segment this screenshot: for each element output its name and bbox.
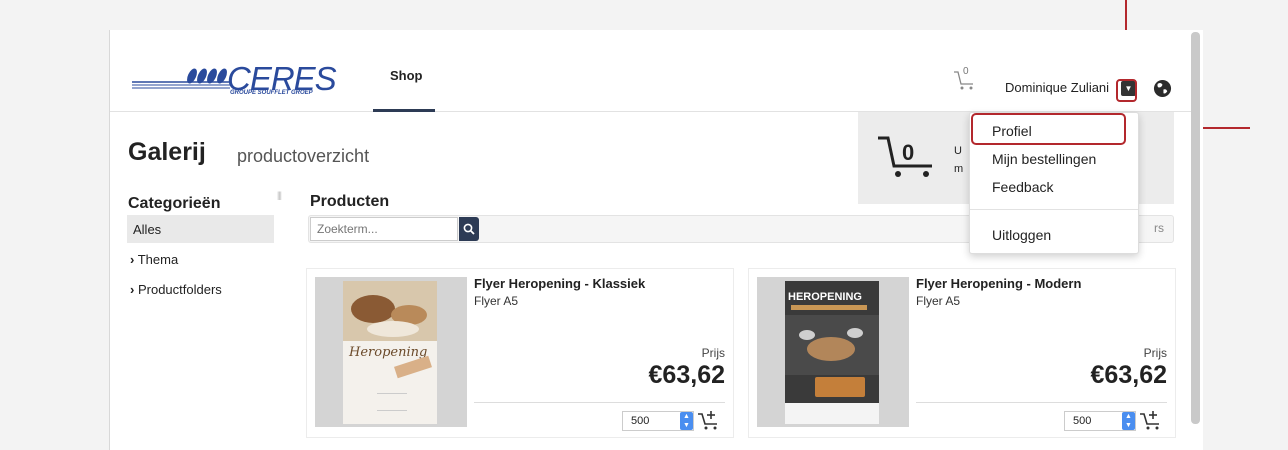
nav-shop-link[interactable]: Shop bbox=[390, 68, 423, 83]
menu-separator bbox=[970, 209, 1138, 210]
menu-item-mijn-bestellingen[interactable]: Mijn bestellingen bbox=[992, 151, 1096, 167]
category-item-productfolders[interactable]: › Productfolders bbox=[130, 282, 222, 297]
card-divider bbox=[474, 402, 725, 403]
price-label: Prijs bbox=[1143, 346, 1167, 360]
bread-photo-image bbox=[785, 315, 879, 375]
logo-tagline: GROUPE SOUFFLET GROEP bbox=[230, 90, 313, 96]
user-menu-name[interactable]: Dominique Zuliani bbox=[1005, 80, 1109, 95]
highlight-user-toggle-box bbox=[1116, 79, 1137, 102]
quantity-value: 500 bbox=[631, 415, 650, 427]
category-label: Productfolders bbox=[137, 282, 222, 297]
cart-summary-text: U m bbox=[954, 142, 963, 178]
add-to-cart-icon[interactable] bbox=[697, 409, 721, 431]
add-to-cart-icon[interactable] bbox=[1139, 409, 1163, 431]
quantity-select[interactable]: 500 ▲ ▼ bbox=[622, 411, 694, 431]
quantity-select[interactable]: 500 ▲ ▼ bbox=[1064, 411, 1136, 431]
category-item-alles[interactable]: Alles bbox=[127, 215, 274, 243]
resize-grip-icon[interactable]: ||| bbox=[277, 190, 282, 200]
page-scrollbar[interactable] bbox=[1191, 32, 1200, 424]
wheat-logo-icon bbox=[132, 68, 230, 89]
price-value: €63,62 bbox=[1090, 361, 1167, 389]
product-card[interactable]: HEROPENING Flyer Heropening - Modern Fly… bbox=[748, 268, 1176, 438]
poster-subtitle-band bbox=[791, 305, 867, 310]
cart-summary-line1: U bbox=[954, 145, 962, 157]
page-title: Galerij bbox=[128, 138, 206, 166]
ceres-logo[interactable]: CERES GROUPE SOUFFLET GROEP bbox=[132, 60, 352, 97]
category-label: Thema bbox=[137, 252, 179, 267]
filter-button-partial[interactable]: rs bbox=[1154, 221, 1164, 235]
cart-summary-line2: m bbox=[954, 163, 964, 175]
bread-photo-image bbox=[343, 281, 437, 341]
flyer-classic-thumbnail: Heropening bbox=[343, 281, 437, 424]
poster-footer bbox=[785, 403, 879, 424]
cart-large-icon: 0 bbox=[878, 136, 932, 177]
product-image[interactable]: HEROPENING bbox=[757, 277, 909, 427]
nav-active-indicator bbox=[373, 109, 435, 112]
stepper-icon[interactable]: ▲ ▼ bbox=[1122, 412, 1135, 430]
category-item-thema[interactable]: › Thema bbox=[130, 252, 178, 267]
cart-summary-count: 0 bbox=[902, 140, 914, 165]
search-input[interactable] bbox=[310, 217, 458, 241]
page-subtitle: productoverzicht bbox=[237, 146, 370, 166]
chevron-right-icon: › bbox=[130, 252, 135, 267]
flyer-modern-thumbnail: HEROPENING bbox=[785, 281, 879, 424]
product-name[interactable]: Flyer Heropening - Klassiek bbox=[474, 276, 645, 291]
price-value: €63,62 bbox=[648, 361, 725, 389]
chevron-right-icon: › bbox=[130, 282, 135, 297]
card-divider bbox=[916, 402, 1167, 403]
poster-title: Heropening bbox=[349, 345, 428, 360]
poster-text-block bbox=[377, 393, 407, 411]
menu-item-feedback[interactable]: Feedback bbox=[992, 179, 1053, 195]
poster-title: HEROPENING bbox=[788, 291, 862, 303]
product-type: Flyer A5 bbox=[916, 294, 961, 308]
product-name[interactable]: Flyer Heropening - Modern bbox=[916, 276, 1081, 291]
stepper-icon[interactable]: ▲ ▼ bbox=[680, 412, 693, 430]
products-heading: Producten bbox=[310, 193, 390, 210]
header-cart-count: 0 bbox=[963, 66, 969, 77]
product-image[interactable]: Heropening bbox=[315, 277, 467, 427]
product-card[interactable]: Heropening Flyer Heropening - Klassiek F… bbox=[306, 268, 734, 438]
top-header: CERES GROUPE SOUFFLET GROEP Shop 0 Domin… bbox=[110, 30, 1200, 112]
poster-orange-box bbox=[815, 377, 865, 397]
product-type: Flyer A5 bbox=[474, 294, 519, 308]
search-button[interactable] bbox=[459, 217, 479, 241]
quantity-value: 500 bbox=[1073, 415, 1092, 427]
globe-icon[interactable] bbox=[1153, 79, 1172, 98]
categories-heading: Categorieën bbox=[128, 195, 221, 212]
search-icon bbox=[463, 223, 475, 235]
highlight-profiel-box bbox=[971, 113, 1126, 145]
menu-item-uitloggen[interactable]: Uitloggen bbox=[992, 227, 1051, 243]
price-label: Prijs bbox=[701, 346, 725, 360]
